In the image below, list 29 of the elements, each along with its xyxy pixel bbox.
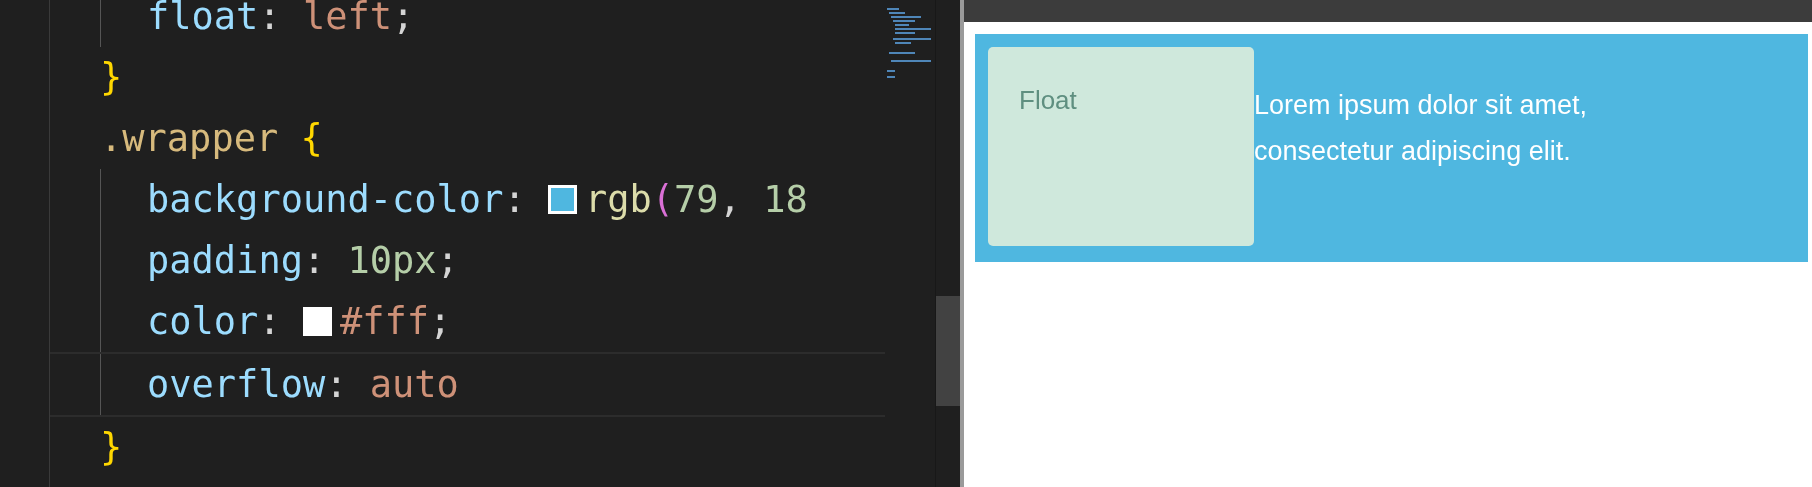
code-token: 10px <box>347 239 437 282</box>
code-token: rgb <box>585 178 652 221</box>
float-label: Float <box>1019 85 1077 115</box>
code-brace: { <box>300 117 323 160</box>
code-token: #fff <box>339 300 430 343</box>
code-token: : <box>325 363 348 406</box>
code-brace: } <box>100 426 123 469</box>
paragraph-text: Lorem ipsum dolor sit amet, consectetur adipiscing elit. <box>1254 89 1589 168</box>
code-property: color <box>147 300 259 343</box>
code-token: auto <box>369 363 459 406</box>
code-token: ( <box>651 178 675 221</box>
scrollbar-thumb[interactable] <box>936 296 960 406</box>
code-token: ; <box>392 0 415 38</box>
code-property: overflow <box>147 363 326 406</box>
code-token: : <box>258 0 281 38</box>
code-brace: } <box>100 56 123 99</box>
code-token: , <box>718 178 741 221</box>
code-token: : <box>302 239 326 282</box>
code-token: ; <box>429 300 452 343</box>
code-selector: .wrapper <box>100 117 279 160</box>
code-token: : <box>503 178 526 221</box>
code-token: left <box>302 0 393 38</box>
code-token: : <box>258 300 281 343</box>
code-property: background-color <box>147 178 504 221</box>
code-property: float <box>147 0 259 38</box>
code-token: 79 <box>674 178 719 221</box>
code-property: padding <box>147 239 303 282</box>
code-token: 18 <box>763 178 808 221</box>
code-token: ; <box>436 239 459 282</box>
